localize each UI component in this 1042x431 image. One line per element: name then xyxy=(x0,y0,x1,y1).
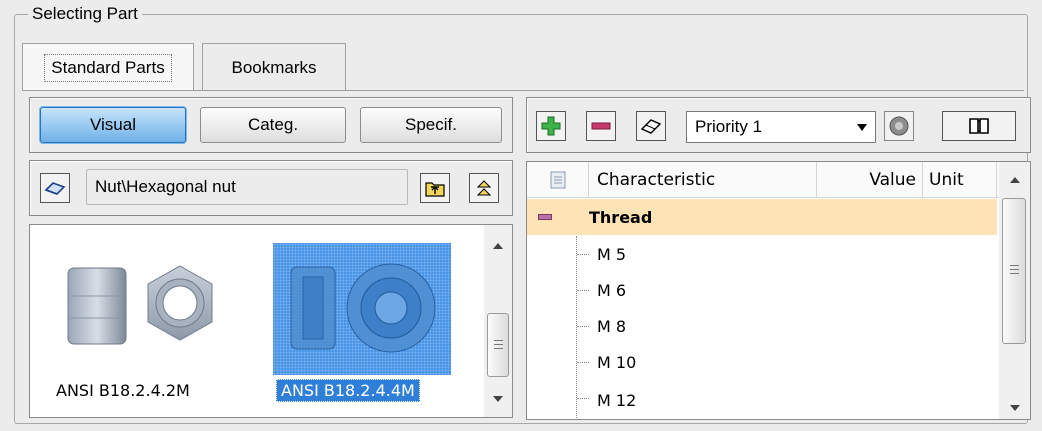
row-label: M 12 xyxy=(597,390,637,410)
path-value: Nut\Hexagonal nut xyxy=(95,177,236,196)
tree-branch xyxy=(577,398,589,399)
book-icon[interactable] xyxy=(942,111,1016,141)
path-field[interactable]: Nut\Hexagonal nut xyxy=(86,169,408,205)
visual-button-label: Visual xyxy=(90,115,136,134)
table-row[interactable]: M 5 xyxy=(527,236,997,272)
table-scroll-down-icon[interactable] xyxy=(1010,405,1020,411)
eraser-tool-icon[interactable] xyxy=(636,111,666,141)
table-scrollbar[interactable] xyxy=(999,162,1030,419)
specif-button-label: Specif. xyxy=(405,115,457,134)
tree-branch xyxy=(577,290,589,291)
categ-button[interactable]: Categ. xyxy=(200,107,346,143)
eraser-icon[interactable] xyxy=(40,173,70,203)
thumbnail-caption-selected: ANSI B18.2.4.4M xyxy=(276,379,420,402)
tree-branch xyxy=(577,362,589,363)
table-scroll-up-icon[interactable] xyxy=(1010,177,1020,183)
header-unit[interactable]: Unit xyxy=(923,162,997,198)
group-title: Selecting Part xyxy=(28,4,142,24)
tree-branch xyxy=(577,326,589,327)
group-row-label: Thread xyxy=(589,207,653,227)
categ-button-label: Categ. xyxy=(247,115,299,134)
tab-bookmarks-label: Bookmarks xyxy=(231,57,317,77)
folder-up-icon[interactable] xyxy=(420,173,450,203)
table-row[interactable]: M 8 xyxy=(527,308,997,344)
thumbnail-hex-nut[interactable] xyxy=(62,260,222,350)
collapse-up-icon[interactable] xyxy=(469,173,499,203)
tab-divider xyxy=(22,90,1024,91)
thumbnail-flange-nut-selected[interactable] xyxy=(273,243,451,375)
table-scroll-thumb[interactable] xyxy=(1002,198,1026,344)
minus-icon[interactable] xyxy=(586,111,616,141)
header-characteristic[interactable]: Characteristic xyxy=(589,162,817,198)
table-row[interactable]: M 6 xyxy=(527,272,997,308)
thumbnail-caption: ANSI B18.2.4.2M xyxy=(56,381,190,400)
specif-button[interactable]: Specif. xyxy=(360,107,502,143)
table-row[interactable]: M 10 xyxy=(527,344,997,380)
priority-dropdown[interactable]: Priority 1 xyxy=(686,111,876,143)
header-value[interactable]: Value xyxy=(817,162,923,198)
scroll-thumb[interactable] xyxy=(487,313,509,377)
plus-icon[interactable] xyxy=(536,111,566,141)
scroll-up-icon[interactable] xyxy=(493,243,503,249)
chevron-down-icon xyxy=(857,124,867,131)
disc-icon[interactable] xyxy=(884,111,914,141)
priority-value: Priority 1 xyxy=(695,117,763,136)
header-list-icon xyxy=(550,171,565,189)
group-row-thread[interactable]: Thread xyxy=(527,199,997,235)
scroll-down-icon[interactable] xyxy=(493,396,503,402)
visual-button[interactable]: Visual xyxy=(40,107,186,143)
table-row[interactable]: M 12 xyxy=(527,380,997,420)
characteristics-table: Characteristic Value Unit Thread M 5 M 6… xyxy=(526,161,1031,420)
table-header: Characteristic Value Unit xyxy=(527,162,1030,198)
tab-standard-parts-label: Standard Parts xyxy=(44,53,172,82)
thumbnails-scrollbar[interactable] xyxy=(484,225,512,417)
tree-branch xyxy=(577,254,589,255)
tab-bookmarks[interactable]: Bookmarks xyxy=(202,43,346,91)
tab-standard-parts[interactable]: Standard Parts xyxy=(22,43,194,91)
collapse-icon[interactable] xyxy=(527,214,563,220)
table-header-icon-cell xyxy=(527,162,589,198)
